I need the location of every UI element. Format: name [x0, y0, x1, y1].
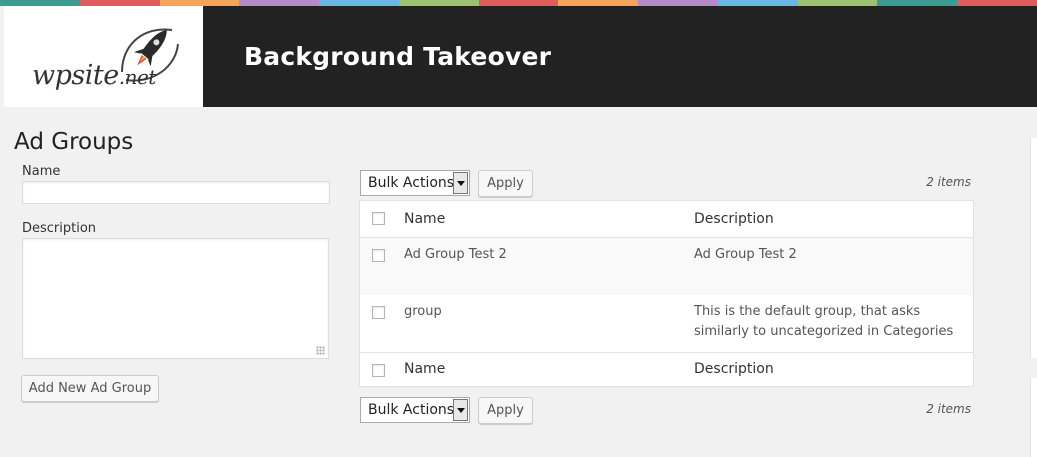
table-row: Ad Group Test 2 Ad Group Test 2: [360, 238, 973, 295]
item-count-top: 2 items: [926, 175, 971, 189]
ad-groups-table: Name Description Ad Group Test 2 Ad Grou…: [359, 200, 974, 387]
bulk-actions-select-bottom[interactable]: Bulk Actions: [360, 397, 470, 423]
item-count-bottom: 2 items: [926, 402, 971, 416]
row-checkbox[interactable]: [372, 306, 385, 319]
plugin-title: Background Takeover: [244, 42, 552, 71]
name-label: Name: [22, 164, 61, 179]
column-header-name[interactable]: Name: [404, 209, 445, 229]
table-header-row: Name Description: [360, 201, 973, 238]
row-name[interactable]: group: [404, 302, 442, 322]
column-footer-name[interactable]: Name: [404, 359, 445, 379]
logo-text: wpsite.net: [32, 60, 156, 91]
bulk-actions-value: Bulk Actions: [368, 175, 455, 191]
select-all-checkbox-footer[interactable]: [372, 364, 385, 377]
chevron-down-icon[interactable]: [453, 399, 468, 421]
select-all-checkbox[interactable]: [372, 212, 385, 225]
apply-button-top[interactable]: Apply: [478, 170, 533, 197]
row-checkbox[interactable]: [372, 249, 385, 262]
table-row: group This is the default group, that as…: [360, 295, 973, 352]
chevron-down-icon[interactable]: [453, 172, 468, 194]
row-description: This is the default group, that asks sim…: [694, 304, 954, 339]
logo[interactable]: wpsite.net: [4, 6, 203, 107]
bulk-actions-select-top[interactable]: Bulk Actions: [360, 170, 470, 196]
description-label: Description: [22, 221, 97, 236]
bulk-actions-value: Bulk Actions: [368, 402, 455, 418]
description-textarea[interactable]: [22, 238, 329, 359]
side-panel-edge: [1030, 138, 1037, 358]
resize-grip-icon[interactable]: [316, 346, 325, 355]
row-description: Ad Group Test 2: [694, 247, 797, 262]
app-header: wpsite.net Background Takeover: [4, 6, 1037, 107]
table-footer-row: Name Description: [360, 352, 973, 387]
page-title: Ad Groups: [14, 129, 134, 155]
side-panel-edge: [1030, 378, 1037, 457]
add-new-ad-group-button[interactable]: Add New Ad Group: [21, 375, 159, 402]
name-input[interactable]: [22, 181, 330, 204]
column-footer-description: Description: [694, 361, 774, 377]
row-name[interactable]: Ad Group Test 2: [404, 245, 507, 265]
apply-button-bottom[interactable]: Apply: [478, 397, 533, 424]
column-header-description: Description: [694, 211, 774, 227]
